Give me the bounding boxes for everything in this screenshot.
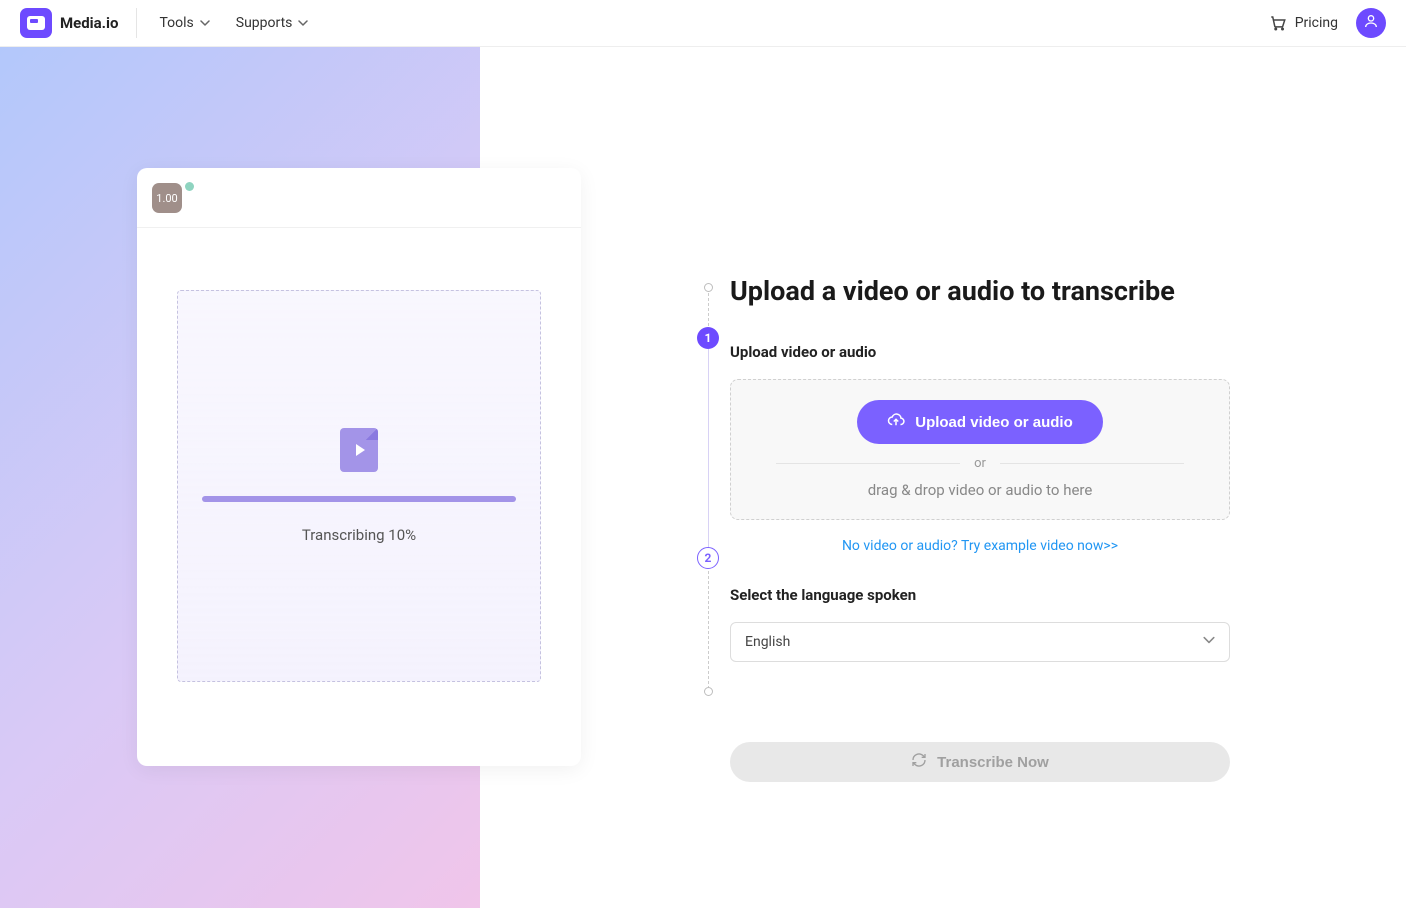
step-2-block: Select the language spoken English [730, 586, 1230, 662]
step-1-label: Upload video or audio [730, 343, 1230, 361]
upload-dropzone[interactable]: Upload video or audio or drag & drop vid… [730, 379, 1230, 520]
header: Media.io Tools Supports Pricing [0, 0, 1406, 47]
pricing-label: Pricing [1295, 15, 1338, 31]
nav-supports-label: Supports [236, 15, 293, 31]
header-left: Media.io Tools Supports [20, 8, 334, 38]
timeline-segment [708, 349, 709, 551]
cloud-upload-icon [887, 411, 905, 433]
nav-supports[interactable]: Supports [236, 15, 309, 31]
chevron-down-icon [298, 18, 308, 28]
pricing-link[interactable]: Pricing [1269, 14, 1338, 32]
play-icon [356, 444, 365, 456]
left-gradient-panel: 1.00 Transcribing 10% [0, 47, 480, 908]
timeline-segment [708, 293, 709, 331]
video-file-icon [340, 428, 378, 472]
or-text: or [974, 456, 986, 471]
chevron-down-icon [200, 18, 210, 28]
brand-text: Media.io [60, 14, 118, 32]
transcribe-now-label: Transcribe Now [937, 754, 1049, 771]
transcribe-status-text: Transcribing 10% [302, 526, 416, 544]
logo-icon [20, 8, 52, 38]
timeline-dot-start [704, 283, 713, 292]
brand-logo[interactable]: Media.io [20, 8, 137, 38]
timeline-dot-end [704, 687, 713, 696]
transcribe-now-button[interactable]: Transcribe Now [730, 742, 1230, 782]
step-1-block: Upload video or audio Upload video or au… [730, 343, 1230, 554]
content-column: Upload a video or audio to transcribe Up… [730, 275, 1230, 782]
status-dot [185, 182, 194, 191]
version-badge: 1.00 [152, 183, 182, 213]
step-timeline: 1 2 [708, 279, 709, 908]
step-2-label: Select the language spoken [730, 586, 1230, 604]
timeline-segment [708, 571, 709, 689]
right-panel: 1 2 Upload a video or audio to transcrib… [480, 47, 1406, 908]
avatar[interactable] [1356, 8, 1386, 38]
header-right: Pricing [1269, 8, 1386, 38]
example-video-link[interactable]: No video or audio? Try example video now… [730, 538, 1230, 554]
nav-tools[interactable]: Tools [159, 15, 209, 31]
language-select[interactable]: English [730, 622, 1230, 662]
upload-button[interactable]: Upload video or audio [857, 400, 1103, 444]
step-2-number: 2 [705, 551, 712, 565]
step-1-marker: 1 [697, 327, 719, 349]
page-title: Upload a video or audio to transcribe [730, 275, 1230, 307]
user-icon [1363, 13, 1379, 33]
step-1-number: 1 [705, 331, 712, 345]
upload-button-label: Upload video or audio [915, 414, 1073, 431]
or-divider: or [776, 456, 1184, 471]
nav-tools-label: Tools [159, 15, 193, 31]
drag-drop-text: drag & drop video or audio to here [868, 481, 1093, 499]
refresh-icon [911, 752, 927, 772]
cart-icon [1269, 14, 1287, 32]
chevron-down-icon [1203, 634, 1215, 650]
main: 1.00 Transcribing 10% 1 2 Upload a [0, 47, 1406, 908]
progress-bar [202, 496, 516, 502]
language-selected-value: English [745, 634, 790, 650]
step-2-marker: 2 [697, 547, 719, 569]
